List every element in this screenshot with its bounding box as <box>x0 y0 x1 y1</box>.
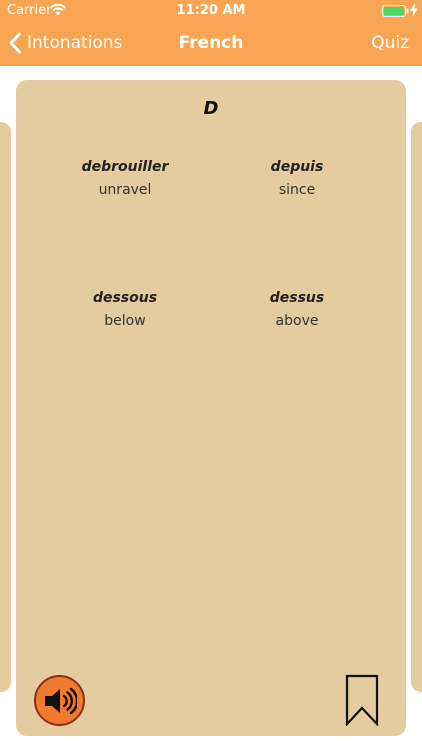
word-entry[interactable]: dessous below <box>30 290 220 329</box>
status-bar: Carrier 11:20 AM <box>0 0 422 22</box>
word-meaning: above <box>275 313 319 329</box>
quiz-button[interactable]: Quiz <box>371 33 409 53</box>
status-time: 11:20 AM <box>176 3 246 18</box>
word-term: dessus <box>269 290 325 306</box>
word-term: depuis <box>270 159 324 175</box>
word-meaning: below <box>104 313 146 329</box>
word-entry[interactable]: depuis since <box>202 159 392 198</box>
charging-bolt-icon <box>410 3 418 17</box>
play-audio-button[interactable] <box>34 675 85 726</box>
word-entry[interactable]: dessus above <box>202 290 392 329</box>
speaker-volume-icon <box>45 687 77 715</box>
header: Carrier 11:20 AM Intonations French Quiz <box>0 0 422 66</box>
battery-full-icon <box>382 5 409 17</box>
next-card-peek[interactable] <box>411 122 422 692</box>
word-meaning: unravel <box>98 182 152 198</box>
word-entry[interactable]: debrouiller unravel <box>30 159 220 198</box>
flashcard[interactable]: D debrouiller unravel depuis since desso… <box>16 80 406 736</box>
bookmark-icon[interactable] <box>345 674 379 726</box>
word-meaning: since <box>278 182 316 198</box>
page-title: French <box>178 33 244 53</box>
word-term: dessous <box>92 290 158 306</box>
previous-card-peek[interactable] <box>0 122 11 692</box>
word-term: debrouiller <box>81 159 169 175</box>
card-letter: D <box>203 98 219 119</box>
